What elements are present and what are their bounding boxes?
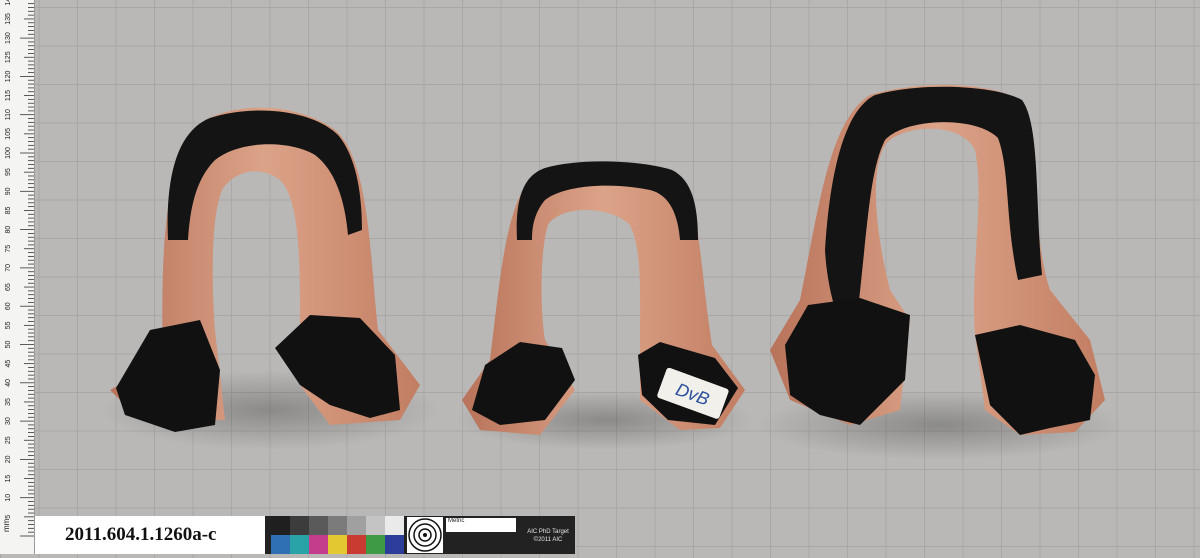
color-patch: [385, 535, 404, 554]
target-name: AIC PhD Target: [527, 529, 569, 535]
vase-handle-fragments-photo: DvB: [100, 84, 1125, 460]
color-patch: [366, 535, 385, 554]
color-patch: [309, 535, 328, 554]
metric-scale-strip: Metric: [446, 518, 516, 532]
target-credit: AIC PhD Target ©2011 AIC: [523, 528, 573, 544]
gray-patch: [328, 516, 347, 535]
fracture-surface: [116, 320, 220, 432]
focus-target-icon: [407, 517, 443, 553]
handle-fragment-b: DvB: [455, 161, 755, 450]
handle-fragment-c: [755, 84, 1125, 460]
color-patch: [271, 535, 290, 554]
target-copyright: ©2011 AIC: [533, 537, 563, 543]
color-patch: [290, 535, 309, 554]
gray-patch: [366, 516, 385, 535]
color-patch: [347, 535, 366, 554]
handle-fragment-a: [100, 107, 440, 450]
color-patch: [328, 535, 347, 554]
accession-label-card: 2011.604.1.1260a-c: [35, 516, 265, 554]
gray-patch: [347, 516, 366, 535]
gray-patch: [271, 516, 290, 535]
gray-patch: [385, 516, 404, 535]
gray-patch: [290, 516, 309, 535]
accession-number: 2011.604.1.1260a-c: [65, 524, 217, 545]
gray-patch: [309, 516, 328, 535]
color-calibration-target: Metric AIC PhD Target ©2011 AIC: [265, 516, 575, 554]
metric-scale-label: Metric: [448, 518, 465, 524]
